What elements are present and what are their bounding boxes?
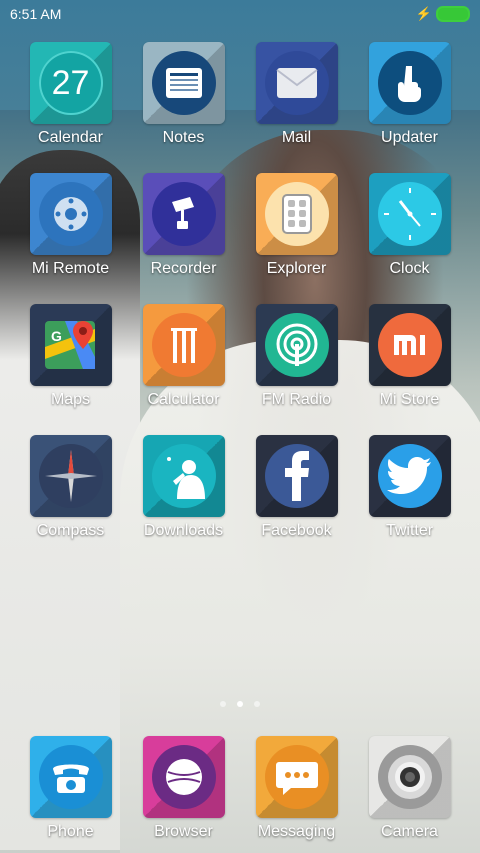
cricket-stumps-icon [151, 313, 216, 377]
app-grid: 27 Calendar Notes Mail Updater Mi Remote… [14, 42, 466, 566]
app-calculator[interactable]: Calculator [127, 304, 240, 435]
folder-grid-icon [264, 182, 329, 246]
app-calendar[interactable]: 27 Calendar [14, 42, 127, 173]
app-label: Mi Store [379, 391, 440, 408]
app-maps[interactable]: G Maps [14, 304, 127, 435]
envelope-icon [264, 51, 329, 115]
app-label: Recorder [150, 260, 217, 277]
cricket-ball-icon [151, 745, 216, 809]
camera-lens-icon [377, 745, 442, 809]
app-explorer[interactable]: Explorer [240, 173, 353, 304]
app-label: Updater [381, 129, 438, 146]
app-label: Notes [162, 129, 205, 146]
radio-signal-icon [264, 313, 329, 377]
app-mail[interactable]: Mail [240, 42, 353, 173]
app-phone[interactable]: Phone [14, 736, 127, 841]
app-label: Messaging [257, 823, 336, 840]
app-label: FM Radio [261, 391, 332, 408]
app-clock[interactable]: Clock [353, 173, 466, 304]
facebook-icon [264, 444, 329, 508]
compass-icon [38, 444, 103, 508]
app-label: Clock [389, 260, 430, 277]
app-label: Phone [47, 823, 94, 840]
app-browser[interactable]: Browser [127, 736, 240, 841]
page-dot-active[interactable] [237, 701, 243, 707]
dock: Phone Browser Messaging Camera [14, 736, 466, 841]
app-facebook[interactable]: Facebook [240, 435, 353, 566]
svg-text:G: G [51, 328, 62, 344]
chat-bubble-icon [264, 745, 329, 809]
app-label: Browser [154, 823, 213, 840]
app-label: Compass [36, 522, 105, 539]
app-fm-radio[interactable]: FM Radio [240, 304, 353, 435]
page-dot[interactable] [254, 701, 260, 707]
app-mi-remote[interactable]: Mi Remote [14, 173, 127, 304]
bolt-icon: ⚡ [415, 6, 432, 21]
app-label: Maps [50, 391, 91, 408]
app-recorder[interactable]: Recorder [127, 173, 240, 304]
status-bar: 6:51 AM ⚡ [0, 0, 480, 28]
app-label: Mi Remote [31, 260, 110, 277]
app-label: Calculator [147, 391, 220, 408]
app-twitter[interactable]: Twitter [353, 435, 466, 566]
app-mi-store[interactable]: Mi Store [353, 304, 466, 435]
calendar-date: 27 [51, 63, 90, 102]
remote-icon [38, 182, 103, 246]
mi-logo-icon [377, 313, 442, 377]
microphone-icon [151, 182, 216, 246]
app-label: Camera [381, 823, 438, 840]
page-dot[interactable] [220, 701, 226, 707]
app-label: Calendar [38, 129, 103, 146]
clock-icon [377, 182, 442, 246]
notes-icon [151, 51, 216, 115]
app-camera[interactable]: Camera [353, 736, 466, 841]
status-time: 6:51 AM [10, 6, 62, 22]
app-label: Explorer [266, 260, 327, 277]
hand-icon [377, 51, 442, 115]
cricketer-icon [151, 444, 216, 508]
app-updater[interactable]: Updater [353, 42, 466, 173]
app-notes[interactable]: Notes [127, 42, 240, 173]
app-label: Downloads [143, 522, 224, 539]
app-label: Twitter [385, 522, 434, 539]
app-downloads[interactable]: Downloads [127, 435, 240, 566]
battery-icon [436, 6, 470, 22]
phone-icon [38, 745, 103, 809]
page-indicator [0, 701, 480, 707]
app-label: Facebook [261, 522, 332, 539]
app-label: Mail [281, 129, 312, 146]
app-compass[interactable]: Compass [14, 435, 127, 566]
twitter-bird-icon [377, 444, 442, 508]
app-messaging[interactable]: Messaging [240, 736, 353, 841]
calendar-icon: 27 [38, 51, 103, 115]
map-pin-icon: G [39, 313, 103, 377]
